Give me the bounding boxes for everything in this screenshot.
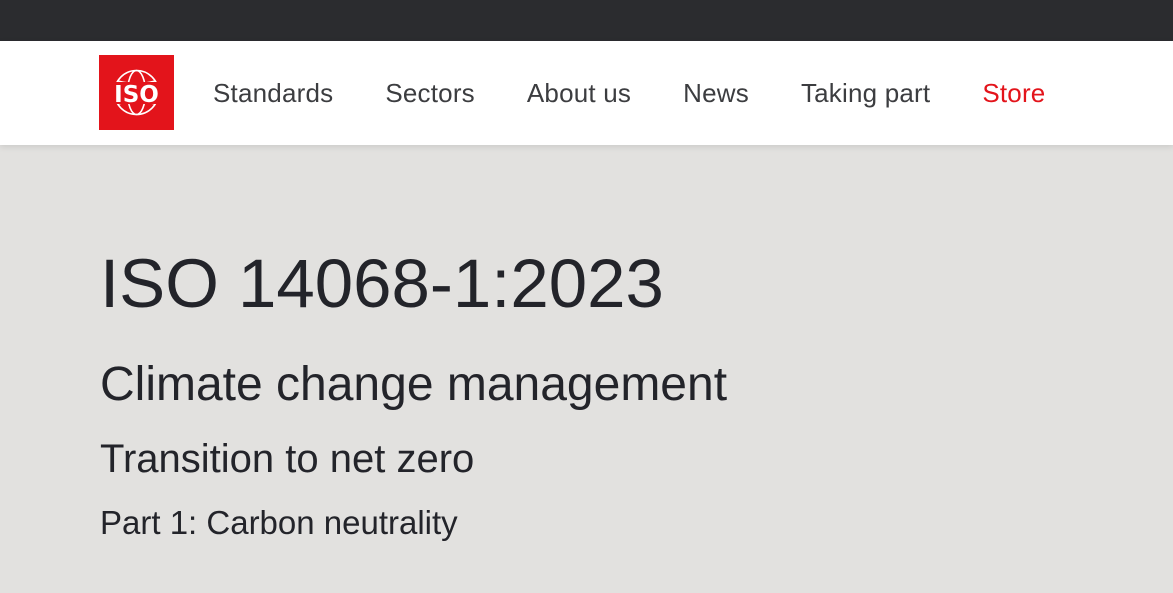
main-navigation: ISO Standards Sectors About us News Taki… bbox=[0, 41, 1173, 145]
iso-logo[interactable]: ISO bbox=[99, 55, 174, 130]
nav-links: Standards Sectors About us News Taking p… bbox=[213, 41, 1045, 145]
nav-link-sectors[interactable]: Sectors bbox=[385, 78, 475, 109]
nav-item-about-us: About us bbox=[527, 78, 631, 109]
top-bar bbox=[0, 0, 1173, 41]
nav-link-about-us[interactable]: About us bbox=[527, 78, 631, 109]
nav-item-store: Store bbox=[982, 78, 1045, 109]
logo-text: ISO bbox=[114, 82, 159, 108]
nav-link-taking-part[interactable]: Taking part bbox=[801, 78, 930, 109]
nav-link-store[interactable]: Store bbox=[982, 78, 1045, 109]
standard-code: ISO 14068-1:2023 bbox=[100, 245, 664, 322]
iso-globe-icon: ISO bbox=[99, 55, 174, 130]
nav-link-news[interactable]: News bbox=[683, 78, 749, 109]
nav-item-news: News bbox=[683, 78, 749, 109]
nav-item-standards: Standards bbox=[213, 78, 333, 109]
standard-subtitle: Transition to net zero bbox=[100, 437, 475, 481]
nav-item-taking-part: Taking part bbox=[801, 78, 930, 109]
nav-link-standards[interactable]: Standards bbox=[213, 78, 333, 109]
standard-title: Climate change management bbox=[100, 358, 728, 411]
standard-header: ISO 14068-1:2023 Climate change manageme… bbox=[0, 145, 1173, 593]
standard-part: Part 1: Carbon neutrality bbox=[100, 504, 458, 541]
nav-item-sectors: Sectors bbox=[385, 78, 475, 109]
